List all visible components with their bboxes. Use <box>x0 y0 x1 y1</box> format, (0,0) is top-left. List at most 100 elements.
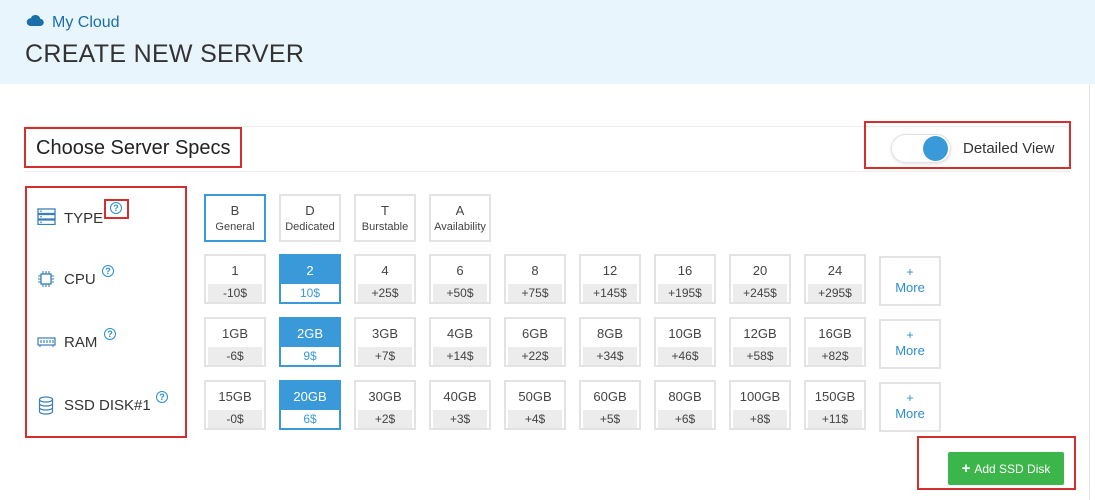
option-price: +82$ <box>808 347 862 365</box>
type-letter: D <box>305 203 315 218</box>
ram-option[interactable]: 4GB +14$ <box>429 317 491 367</box>
ram-option[interactable]: 1GB -6$ <box>204 317 266 367</box>
ram-option[interactable]: 10GB +46$ <box>654 317 716 367</box>
option-value: 20GB <box>281 382 339 410</box>
option-price: +25$ <box>358 284 412 302</box>
disk-option[interactable]: 40GB +3$ <box>429 380 491 430</box>
ram-more-button[interactable]: + More <box>879 319 941 369</box>
toggle-knob[interactable] <box>923 136 948 161</box>
option-price: 6$ <box>283 410 337 428</box>
ram-option[interactable]: 6GB +22$ <box>504 317 566 367</box>
option-price: +8$ <box>733 410 787 428</box>
disk-option[interactable]: 30GB +2$ <box>354 380 416 430</box>
option-price: -6$ <box>208 347 262 365</box>
option-price: +75$ <box>508 284 562 302</box>
type-name: Availability <box>434 221 486 233</box>
disk-option[interactable]: 60GB +5$ <box>579 380 641 430</box>
option-value: 10GB <box>668 325 702 341</box>
cpu-option[interactable]: 16 +195$ <box>654 254 716 304</box>
plus-glyph: + <box>906 391 914 405</box>
help-icon[interactable]: ? <box>102 265 114 277</box>
option-value: 30GB <box>368 388 402 404</box>
option-value: 3GB <box>371 325 398 341</box>
page-title: CREATE NEW SERVER <box>25 40 305 68</box>
disk-option[interactable]: 20GB 6$ <box>279 380 341 430</box>
disk-more-button[interactable]: + More <box>879 382 941 432</box>
row-label-type: TYPE <box>36 206 103 227</box>
cpu-option[interactable]: 6 +50$ <box>429 254 491 304</box>
plus-glyph: + <box>906 265 914 279</box>
row-label-text: CPU <box>64 270 96 288</box>
plus-glyph: + <box>906 328 914 342</box>
option-price: 10$ <box>283 284 337 302</box>
cpu-option[interactable]: 24 +295$ <box>804 254 866 304</box>
disk-option[interactable]: 50GB +4$ <box>504 380 566 430</box>
option-price: +58$ <box>733 347 787 365</box>
option-value: 4 <box>381 262 389 278</box>
row-label-disk: SSD DISK#1 <box>36 395 151 415</box>
add-ssd-disk-label: Add SSD Disk <box>974 461 1051 476</box>
option-value: 16 <box>677 262 693 278</box>
help-icon[interactable]: ? <box>110 202 122 214</box>
add-ssd-disk-button[interactable]: + Add SSD Disk <box>948 452 1064 485</box>
disk-option[interactable]: 15GB -0$ <box>204 380 266 430</box>
option-price: +2$ <box>358 410 412 428</box>
option-value: 12 <box>602 262 618 278</box>
cpu-more-button[interactable]: + More <box>879 256 941 306</box>
option-price: +22$ <box>508 347 562 365</box>
help-icon[interactable]: ? <box>104 328 116 340</box>
type-name: General <box>215 221 255 233</box>
option-value: 12GB <box>743 325 777 341</box>
option-value: 6 <box>456 262 464 278</box>
option-price: +295$ <box>808 284 862 302</box>
type-letter: A <box>455 203 465 218</box>
cloud-icon <box>26 13 44 32</box>
type-letter: B <box>230 203 240 218</box>
disk-option[interactable]: 150GB +11$ <box>804 380 866 430</box>
cpu-option[interactable]: 1 -10$ <box>204 254 266 304</box>
cpu-option[interactable]: 4 +25$ <box>354 254 416 304</box>
cpu-icon <box>36 270 56 288</box>
cpu-option[interactable]: 8 +75$ <box>504 254 566 304</box>
type-option-availability[interactable]: A Availability <box>429 194 491 242</box>
option-value: 15GB <box>218 388 252 404</box>
option-value: 40GB <box>443 388 477 404</box>
detailed-view-toggle[interactable] <box>891 134 951 163</box>
option-price: 9$ <box>283 347 337 365</box>
row-label-cpu: CPU <box>36 270 96 288</box>
option-value: 8GB <box>596 325 623 341</box>
option-price: +145$ <box>583 284 637 302</box>
breadcrumb[interactable]: My Cloud <box>26 13 120 32</box>
cpu-option[interactable]: 12 +145$ <box>579 254 641 304</box>
option-price: +195$ <box>658 284 712 302</box>
disk-option[interactable]: 100GB +8$ <box>729 380 791 430</box>
type-name: Dedicated <box>285 221 335 233</box>
cpu-option[interactable]: 20 +245$ <box>729 254 791 304</box>
option-value: 1GB <box>221 325 248 341</box>
type-option-dedicated[interactable]: D Dedicated <box>279 194 341 242</box>
ram-option[interactable]: 2GB 9$ <box>279 317 341 367</box>
option-value: 6GB <box>521 325 548 341</box>
option-value: 16GB <box>818 325 852 341</box>
detailed-view-label: Detailed View <box>963 140 1055 157</box>
ram-option[interactable]: 12GB +58$ <box>729 317 791 367</box>
option-value: 2 <box>281 256 339 284</box>
divider <box>1089 84 1090 500</box>
ram-option[interactable]: 16GB +82$ <box>804 317 866 367</box>
breadcrumb-label[interactable]: My Cloud <box>52 14 120 32</box>
ram-option[interactable]: 8GB +34$ <box>579 317 641 367</box>
option-price: +7$ <box>358 347 412 365</box>
option-price: +3$ <box>433 410 487 428</box>
type-option-general[interactable]: B General <box>204 194 266 242</box>
option-price: +5$ <box>583 410 637 428</box>
option-price: +245$ <box>733 284 787 302</box>
option-value: 150GB <box>814 388 856 404</box>
type-option-burstable[interactable]: T Burstable <box>354 194 416 242</box>
help-icon[interactable]: ? <box>156 391 168 403</box>
cpu-option[interactable]: 2 10$ <box>279 254 341 304</box>
option-value: 1 <box>231 262 239 278</box>
option-value: 24 <box>827 262 843 278</box>
option-price: +46$ <box>658 347 712 365</box>
ram-option[interactable]: 3GB +7$ <box>354 317 416 367</box>
disk-option[interactable]: 80GB +6$ <box>654 380 716 430</box>
